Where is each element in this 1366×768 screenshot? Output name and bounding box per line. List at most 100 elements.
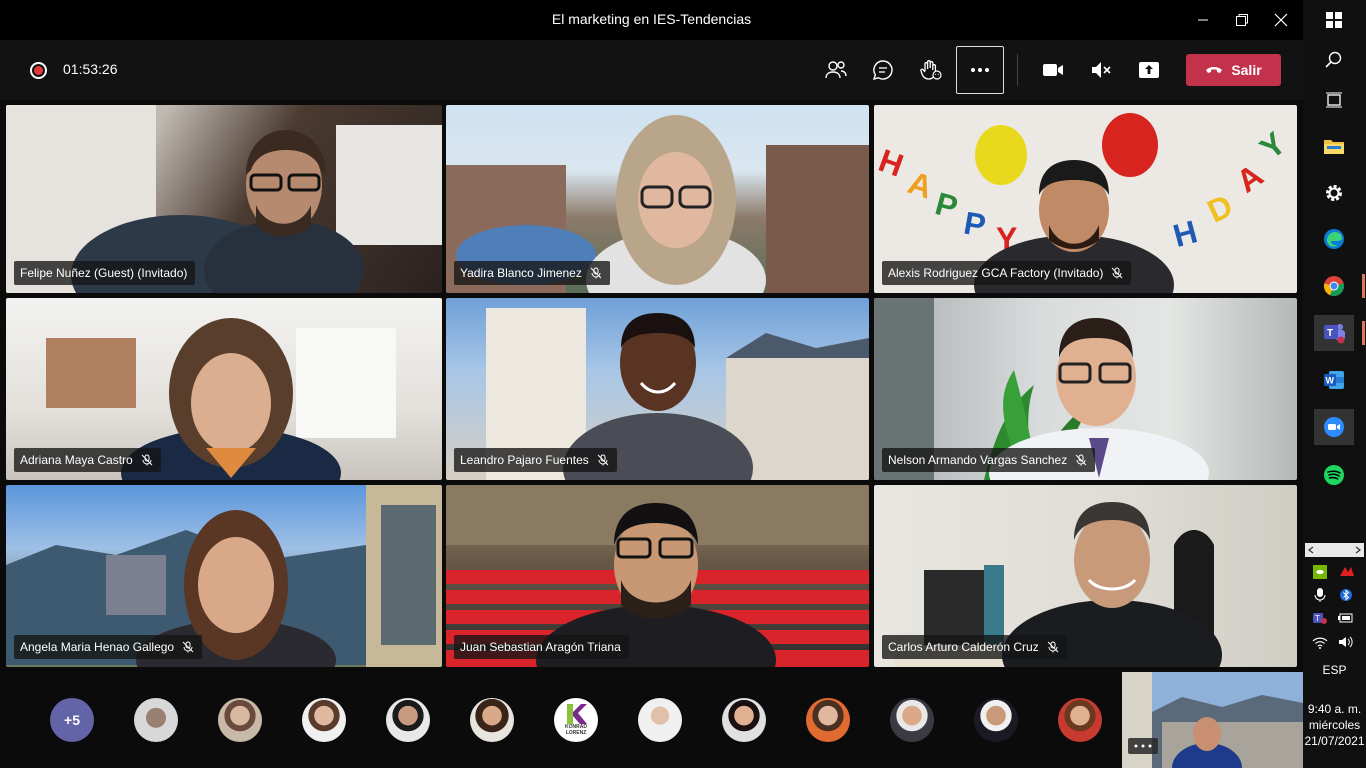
participant-avatar[interactable] (386, 698, 430, 742)
bluetooth-icon[interactable] (1340, 587, 1352, 603)
edge-button[interactable] (1314, 221, 1354, 257)
chat-button[interactable] (863, 52, 903, 88)
teams-button[interactable]: T (1314, 315, 1365, 351)
mic-off-icon (1047, 641, 1059, 653)
participant-avatar[interactable] (974, 698, 1018, 742)
share-screen-button[interactable] (1129, 52, 1169, 88)
teams-icon: T (1324, 324, 1345, 344)
maximize-button[interactable] (1227, 6, 1257, 34)
svg-text:H: H (874, 142, 908, 184)
participant-name-label: Leandro Pajaro Fuentes (460, 453, 589, 467)
zoom-icon (1324, 417, 1344, 437)
video-tile[interactable]: Adriana Maya Castro (6, 298, 442, 480)
participant-avatar[interactable] (470, 698, 514, 742)
windows-icon (1326, 12, 1342, 28)
chrome-icon (1323, 276, 1345, 296)
participant-avatar[interactable] (134, 698, 178, 742)
camera-button[interactable] (1033, 52, 1073, 88)
participant-name: Leandro Pajaro Fuentes (454, 448, 617, 472)
hang-up-icon (1206, 67, 1223, 73)
clock-date: 21/07/2021 (1304, 734, 1365, 748)
restore-icon (1236, 14, 1248, 26)
mic-off-icon (1112, 267, 1123, 279)
teams-meeting-window: El marketing en IES-Tendencias 01:53:26 (0, 0, 1303, 768)
konrad-lorenz-avatar[interactable]: KONRAD LORENZ (554, 698, 598, 742)
svg-text:D: D (1202, 187, 1238, 229)
volume-icon[interactable] (1338, 635, 1354, 649)
participant-name-label: Adriana Maya Castro (20, 453, 133, 467)
video-tile[interactable]: Angela Maria Henao Gallego (6, 485, 442, 667)
chevron-left-icon (1308, 546, 1314, 554)
title-bar: El marketing en IES-Tendencias (0, 0, 1303, 40)
mute-button[interactable] (1081, 52, 1121, 88)
participant-name: Carlos Arturo Calderón Cruz (882, 635, 1067, 659)
chrome-button[interactable] (1314, 268, 1365, 304)
video-tile[interactable]: Leandro Pajaro Fuentes (446, 298, 869, 480)
svg-text:A: A (1230, 157, 1270, 200)
teams-tray-icon[interactable]: T (1312, 611, 1328, 625)
system-tray: T ESP 9:40 a. m. miércoles 21/07/2021 (1303, 541, 1366, 768)
participant-avatar[interactable] (806, 698, 850, 742)
spotify-button[interactable] (1314, 457, 1354, 493)
participant-name-label: Nelson Armando Vargas Sanchez (888, 453, 1068, 467)
battery-icon[interactable] (1338, 612, 1354, 624)
tray-scroll[interactable] (1305, 543, 1364, 557)
word-button[interactable]: W (1314, 362, 1354, 398)
reactions-button[interactable] (911, 52, 951, 88)
participant-avatar[interactable] (1058, 698, 1102, 742)
video-tile[interactable]: Nelson Armando Vargas Sanchez (874, 298, 1297, 480)
close-icon (1274, 13, 1288, 27)
file-explorer-button[interactable] (1314, 128, 1354, 164)
mic-off-icon (141, 454, 153, 466)
svg-text:Y: Y (1253, 125, 1292, 166)
participant-avatar[interactable] (890, 698, 934, 742)
participant-avatar[interactable] (218, 698, 262, 742)
participant-name-label: Yadira Blanco Jimenez (460, 266, 582, 280)
mic-off-icon (182, 641, 194, 653)
video-tile[interactable]: H A P P Y H D A Y Alexis Rodriguez GCA F… (874, 105, 1297, 293)
more-icon (971, 68, 989, 72)
search-button[interactable] (1314, 42, 1354, 78)
svg-text:H: H (1169, 213, 1201, 254)
self-view[interactable] (1122, 672, 1303, 768)
close-button[interactable] (1266, 6, 1296, 34)
video-tile[interactable]: Felipe Nuñez (Guest) (Invitado) (6, 105, 442, 293)
mic-off-icon (590, 267, 602, 279)
app-tray-icon[interactable] (1339, 565, 1355, 579)
video-tile[interactable]: Carlos Arturo Calderón Cruz (874, 485, 1297, 667)
participants-button[interactable] (816, 52, 856, 88)
more-actions-button[interactable] (956, 46, 1004, 94)
nvidia-icon[interactable] (1313, 565, 1327, 579)
participant-strip: +5 KONRAD LORENZ (0, 672, 1303, 768)
konrad-lorenz-logo-icon (567, 704, 587, 724)
minimize-button[interactable] (1188, 6, 1218, 34)
spotify-icon (1324, 465, 1344, 485)
people-icon (825, 61, 847, 79)
video-tile[interactable]: Juan Sebastian Aragón Triana (446, 485, 869, 667)
participant-avatar[interactable] (638, 698, 682, 742)
video-tile[interactable]: Yadira Blanco Jimenez (446, 105, 869, 293)
leave-button[interactable]: Salir (1186, 54, 1281, 86)
clock[interactable]: 9:40 a. m. miércoles 21/07/2021 (1303, 701, 1366, 749)
settings-button[interactable] (1314, 175, 1354, 211)
meeting-toolbar: 01:53:26 Salir (0, 40, 1303, 100)
participant-name: Juan Sebastian Aragón Triana (454, 635, 629, 659)
task-view-button[interactable] (1314, 82, 1354, 118)
task-view-icon (1326, 92, 1342, 108)
zoom-button[interactable] (1314, 409, 1354, 445)
clock-day: miércoles (1308, 718, 1361, 732)
participant-name-label: Felipe Nuñez (Guest) (Invitado) (20, 266, 188, 280)
more-participants-button[interactable]: +5 (50, 698, 94, 742)
participant-name: Nelson Armando Vargas Sanchez (882, 448, 1096, 472)
participant-avatar[interactable] (302, 698, 346, 742)
wifi-icon[interactable] (1312, 635, 1328, 649)
toolbar-divider (1017, 54, 1018, 86)
participant-name-label: Alexis Rodriguez GCA Factory (Invitado) (888, 266, 1104, 280)
microphone-icon[interactable] (1314, 587, 1326, 603)
search-icon (1325, 51, 1342, 68)
input-language[interactable]: ESP (1303, 663, 1366, 677)
edge-icon (1324, 229, 1344, 249)
svg-text:T: T (1327, 328, 1333, 339)
start-button[interactable] (1314, 2, 1354, 38)
participant-avatar[interactable] (722, 698, 766, 742)
